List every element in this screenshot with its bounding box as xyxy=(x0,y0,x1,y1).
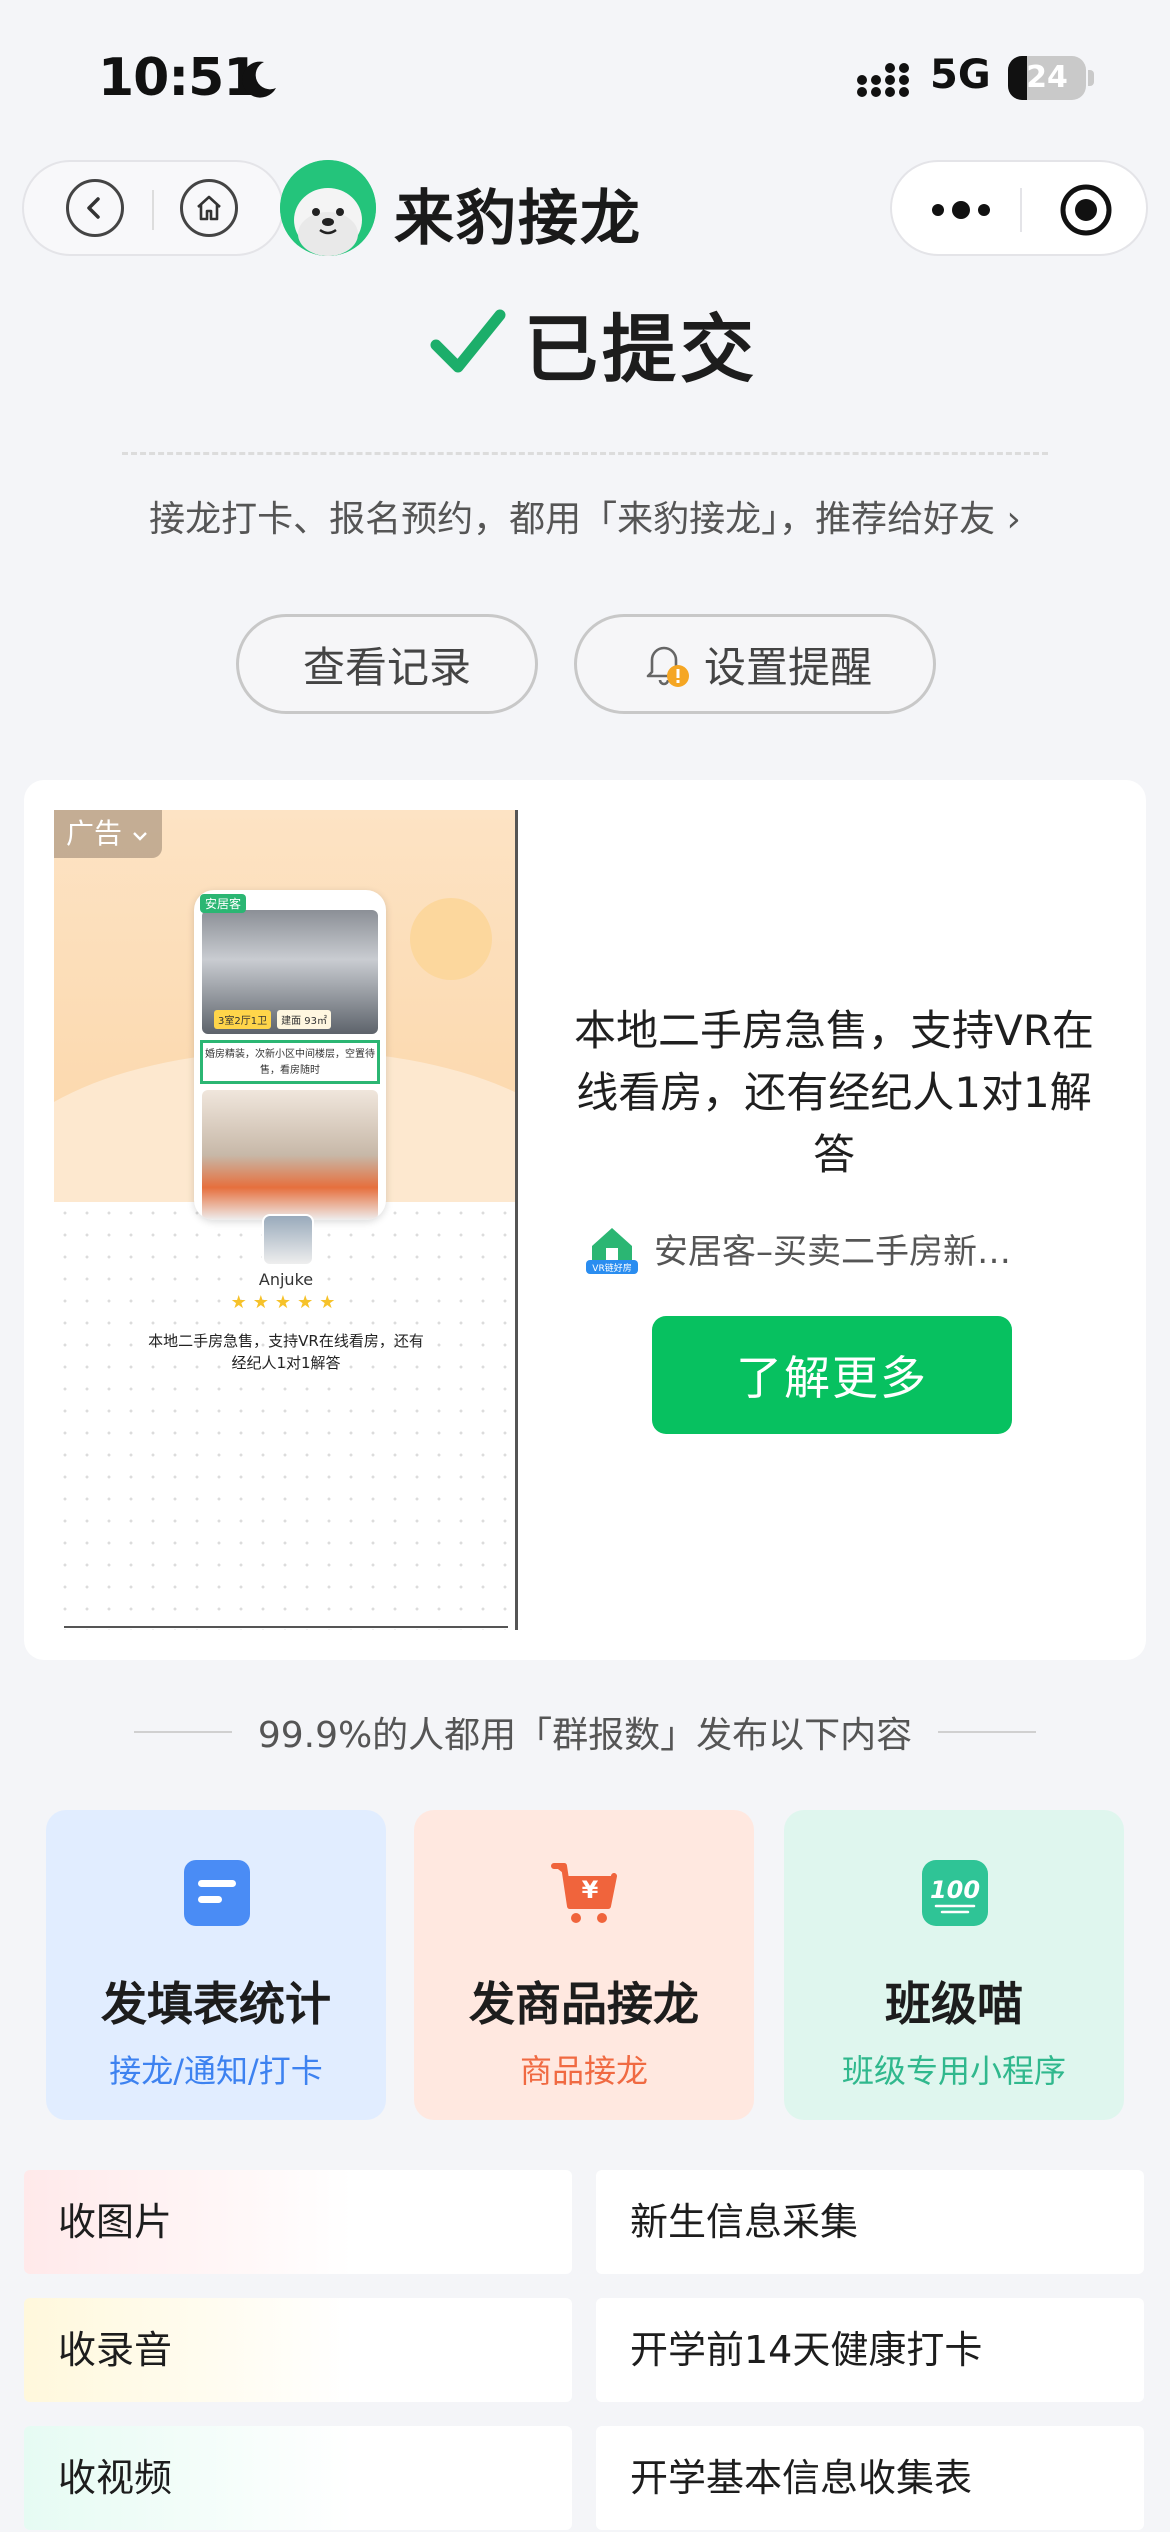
house-vr-icon: VR链好房 xyxy=(586,1228,638,1274)
heading-line-left xyxy=(133,1731,232,1733)
submit-result: 已提交 xyxy=(430,298,758,393)
chevron-down-icon xyxy=(133,832,147,841)
ad-source-icon-text: VR链好房 xyxy=(592,1262,631,1274)
ad-phone-mockup: 安居客 3室2厅1卫 建面 93㎡ 婚房精装，次新小区中间楼层，空置待售，看房随… xyxy=(194,890,386,1220)
feature-subtitle: 班级专用小程序 xyxy=(841,2052,1066,2090)
result-title: 已提交 xyxy=(524,306,758,393)
home-icon xyxy=(197,195,221,221)
ad-badge[interactable]: 广告 xyxy=(54,810,162,858)
home-button[interactable] xyxy=(180,179,238,237)
network-type: 5G xyxy=(930,52,991,98)
recommend-link[interactable]: 接龙打卡、报名预约，都用「来豹接龙」，推荐给好友 › xyxy=(0,490,1170,542)
check-icon xyxy=(430,309,506,373)
ad-phone-tag: 建面 93㎡ xyxy=(277,1010,331,1029)
ad-phone-tag: 3室2厅1卫 xyxy=(214,1010,272,1029)
view-records-label: 查看记录 xyxy=(302,642,471,692)
nav-divider xyxy=(152,190,154,230)
score-100-icon: 100 xyxy=(922,1860,988,1926)
feature-card-class[interactable]: 100 班级喵 班级专用小程序 xyxy=(784,1810,1124,2120)
ad-phone-brand: 安居客 xyxy=(200,894,247,913)
chevron-left-icon xyxy=(87,197,100,219)
ad-dotted-background xyxy=(54,1202,515,1630)
ad-image[interactable]: 安居客 3室2厅1卫 建面 93㎡ 婚房精装，次新小区中间楼层，空置待售，看房随… xyxy=(54,810,518,1630)
ad-brand-avatar xyxy=(262,1214,314,1266)
tile-health-checkin[interactable]: 开学前14天健康打卡 xyxy=(596,2298,1144,2402)
ad-image-bottom-line xyxy=(64,1626,508,1628)
ad-brand-name: Anjuke xyxy=(258,1270,314,1289)
ad-phone-tags: 3室2厅1卫 建面 93㎡ xyxy=(214,1010,331,1029)
learn-more-label: 了解更多 xyxy=(736,1351,928,1405)
signal-icon xyxy=(857,63,909,97)
heading-line-right xyxy=(938,1731,1037,1733)
ad-phone-description: 婚房精装，次新小区中间楼层，空置待售，看房随时 xyxy=(200,1040,380,1084)
ad-badge-label: 广告 xyxy=(66,817,123,850)
set-reminder-button[interactable]: 设置提醒 xyxy=(574,614,936,714)
app-logo xyxy=(280,160,376,256)
feature-subtitle: 接龙/通知/打卡 xyxy=(109,2052,323,2090)
ad-source[interactable]: VR链好房 安居客–买卖二手房新… xyxy=(584,1220,1084,1276)
bedroom-photo xyxy=(202,1090,378,1220)
section-heading-text: 99.9%的人都用「群报数」发布以下内容 xyxy=(257,1715,913,1756)
feature-title: 发商品接龙 xyxy=(469,1977,699,2031)
section-heading: 99.9%的人都用「群报数」发布以下内容 xyxy=(0,1706,1170,1758)
feature-card-form[interactable]: 发填表统计 接龙/通知/打卡 xyxy=(46,1810,386,2120)
svg-text:100: 100 xyxy=(930,1876,980,1904)
status-time: 10:51 xyxy=(98,48,260,108)
ad-headline[interactable]: 本地二手房急售，支持VR在线看房，还有经纪人1对1解答 xyxy=(564,1000,1104,1186)
ad-image-caption: 本地二手房急售，支持VR在线看房，还有经纪人1对1解答 xyxy=(148,1332,424,1372)
ad-source-name: 安居客–买卖二手房新… xyxy=(654,1231,1011,1272)
feature-subtitle: 商品接龙 xyxy=(519,2052,648,2090)
battery-tip xyxy=(1088,70,1094,86)
battery-icon: 24 xyxy=(1008,56,1086,100)
view-records-button[interactable]: 查看记录 xyxy=(236,614,538,714)
tile-new-student-info[interactable]: 新生信息采集 xyxy=(596,2170,1144,2274)
tile-collect-video[interactable]: 收视频 xyxy=(24,2426,572,2530)
nav-pill xyxy=(22,160,284,256)
tile-collect-images[interactable]: 收图片 xyxy=(24,2170,572,2274)
ad-card[interactable]: 安居客 3室2厅1卫 建面 93㎡ 婚房精装，次新小区中间楼层，空置待售，看房随… xyxy=(24,780,1146,1660)
back-button[interactable] xyxy=(66,179,124,237)
app-title: 来豹接龙 xyxy=(394,184,642,254)
more-icon[interactable] xyxy=(930,196,992,224)
cart-yen-icon: ¥ xyxy=(551,1863,617,1923)
dashed-divider xyxy=(122,452,1048,455)
mini-program-capsule xyxy=(890,160,1148,256)
set-reminder-label: 设置提醒 xyxy=(703,642,872,692)
bell-alert-icon xyxy=(646,646,689,687)
svg-text:¥: ¥ xyxy=(582,1876,599,1904)
ad-rating-stars: ★★★★★ xyxy=(230,1292,342,1313)
battery-level: 24 xyxy=(1026,60,1068,95)
tile-basic-info-form[interactable]: 开学基本信息收集表 xyxy=(596,2426,1144,2530)
tile-collect-audio[interactable]: 收录音 xyxy=(24,2298,572,2402)
capsule-divider xyxy=(1020,188,1022,232)
feature-card-goods[interactable]: ¥ 发商品接龙 商品接龙 xyxy=(414,1810,754,2120)
status-bar: 10:51 5G 24 xyxy=(0,0,1170,150)
moon-icon xyxy=(242,61,276,98)
learn-more-button[interactable]: 了解更多 xyxy=(652,1316,1012,1434)
feature-title: 班级喵 xyxy=(885,1977,1023,2031)
close-target-icon[interactable] xyxy=(1058,182,1114,238)
leopard-logo-icon xyxy=(280,160,376,256)
feature-title: 发填表统计 xyxy=(101,1977,331,2031)
form-icon xyxy=(184,1860,250,1926)
ad-sun-shape xyxy=(410,898,492,980)
